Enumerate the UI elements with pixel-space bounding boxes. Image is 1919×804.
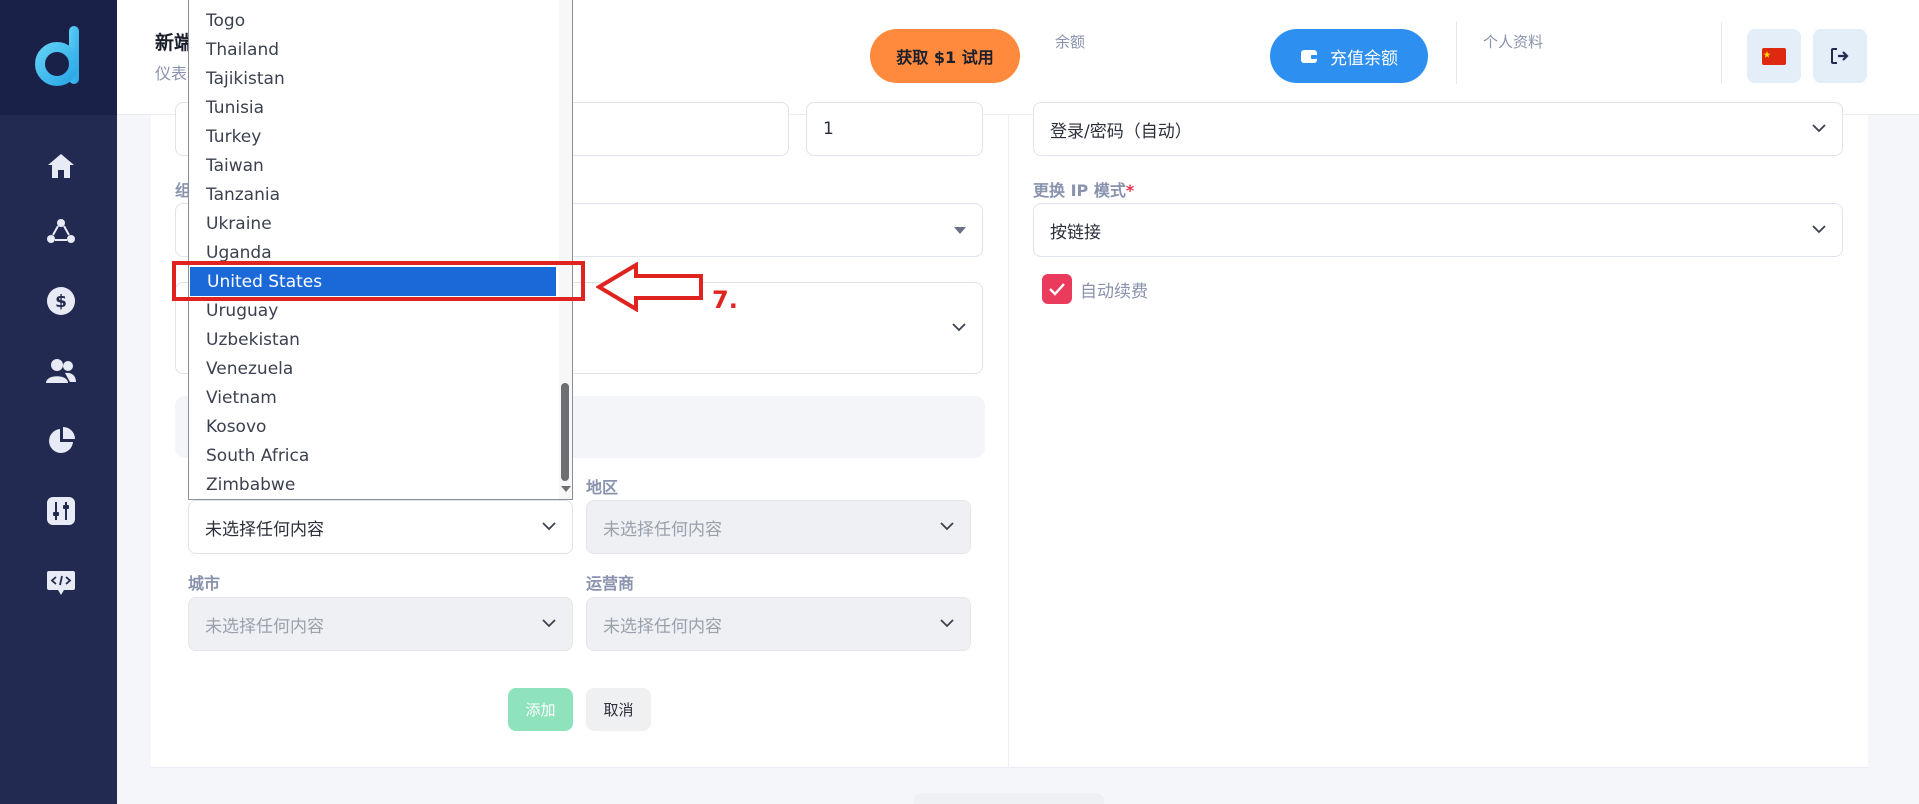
carrier-select-value: 未选择任何内容	[603, 616, 722, 637]
sidebar: $	[0, 0, 117, 804]
svg-text:$: $	[55, 292, 67, 312]
language-button[interactable]	[1747, 29, 1801, 83]
region-label: 地区	[586, 478, 619, 497]
logo-icon	[35, 26, 79, 86]
balance-link[interactable]: 余额	[1055, 31, 1085, 52]
chevron-down-icon	[952, 323, 966, 332]
auto-renew-label[interactable]: 自动续费	[1080, 277, 1148, 302]
checkmark-icon	[1049, 283, 1065, 296]
api-code-icon[interactable]	[44, 566, 78, 600]
column-divider	[1008, 115, 1009, 768]
dropdown-option[interactable]: South Africa	[189, 441, 557, 470]
network-icon[interactable]	[44, 214, 78, 248]
scroll-down-arrow-icon[interactable]	[561, 486, 571, 492]
dropdown-option[interactable]: Zimbabwe	[189, 470, 557, 499]
chevron-down-icon	[1812, 225, 1826, 234]
required-marker: *	[1125, 181, 1135, 200]
users-icon[interactable]	[44, 354, 78, 388]
annotation-step-label: 7.	[712, 286, 738, 314]
logout-button[interactable]	[1813, 29, 1867, 83]
bottom-tab[interactable]	[914, 793, 1104, 804]
city-select-value: 未选择任何内容	[205, 616, 324, 637]
dropdown-option[interactable]: Thailand	[189, 35, 557, 64]
cancel-button[interactable]: 取消	[586, 688, 651, 731]
carrier-select[interactable]: 未选择任何内容	[586, 597, 971, 651]
dropdown-option[interactable]: Taiwan	[189, 151, 557, 180]
pie-chart-icon[interactable]	[44, 424, 78, 458]
dropdown-option[interactable]: Kosovo	[189, 412, 557, 441]
dropdown-option[interactable]: Uzbekistan	[189, 325, 557, 354]
caret-down-icon	[954, 227, 966, 234]
profile-link[interactable]: 个人资料	[1483, 31, 1543, 52]
logout-icon	[1831, 48, 1849, 64]
dropdown-option[interactable]: Vietnam	[189, 383, 557, 412]
header-divider	[1721, 22, 1722, 84]
chevron-down-icon	[940, 619, 954, 628]
dropdown-option[interactable]: Tunisia	[189, 93, 557, 122]
chevron-down-icon	[940, 522, 954, 531]
dropdown-option[interactable]: Tanzania	[189, 180, 557, 209]
region-select-value: 未选择任何内容	[603, 519, 722, 540]
ip-mode-label: 更换 IP 模式*	[1033, 177, 1134, 201]
annotation-highlight-box	[172, 261, 585, 301]
china-flag-icon	[1762, 47, 1786, 65]
carrier-label: 运营商	[586, 574, 635, 593]
dropdown-scroll-thumb[interactable]	[561, 383, 569, 481]
get-trial-button[interactable]: 获取 $1 试用	[870, 29, 1020, 83]
dropdown-option[interactable]: Togo	[189, 6, 557, 35]
auth-type-value: 登录/密码（自动）	[1050, 121, 1192, 142]
ip-mode-value: 按链接	[1050, 222, 1101, 243]
country-select-value: 未选择任何内容	[205, 519, 324, 540]
topup-button-label: 充值余额	[1330, 48, 1398, 69]
add-button[interactable]: 添加	[508, 688, 573, 731]
auth-type-select[interactable]: 登录/密码（自动）	[1033, 102, 1843, 156]
wallet-icon	[1301, 50, 1317, 63]
region-select[interactable]: 未选择任何内容	[586, 500, 971, 554]
dropdown-option[interactable]: Turkey	[189, 122, 557, 151]
country-select[interactable]: 未选择任何内容	[188, 500, 573, 554]
chevron-down-icon	[542, 619, 556, 628]
quantity-input[interactable]: 1	[806, 102, 983, 156]
dropdown-option[interactable]: Tajikistan	[189, 64, 557, 93]
home-icon[interactable]	[44, 149, 78, 183]
city-select[interactable]: 未选择任何内容	[188, 597, 573, 651]
country-dropdown-list[interactable]: Togo Thailand Tajikistan Tunisia Turkey Taiwa…	[188, 0, 573, 500]
dollar-icon[interactable]: $	[44, 284, 78, 318]
chevron-down-icon	[542, 522, 556, 531]
quantity-value: 1	[823, 119, 834, 139]
dropdown-option[interactable]: Ukraine	[189, 209, 557, 238]
city-label: 城市	[188, 574, 221, 593]
header-divider	[1456, 22, 1457, 84]
ip-mode-label-text: 更换 IP 模式	[1033, 181, 1126, 200]
ip-mode-select[interactable]: 按链接	[1033, 203, 1843, 257]
chevron-down-icon	[1812, 124, 1826, 133]
dropdown-option[interactable]: Venezuela	[189, 354, 557, 383]
settings-sliders-icon[interactable]	[44, 494, 78, 528]
breadcrumb[interactable]: 仪表	[155, 60, 187, 84]
annotation-arrow-icon	[596, 262, 703, 312]
logo[interactable]	[0, 0, 117, 115]
topup-balance-button[interactable]: 充值余额	[1270, 29, 1428, 83]
auto-renew-checkbox[interactable]	[1042, 274, 1072, 304]
